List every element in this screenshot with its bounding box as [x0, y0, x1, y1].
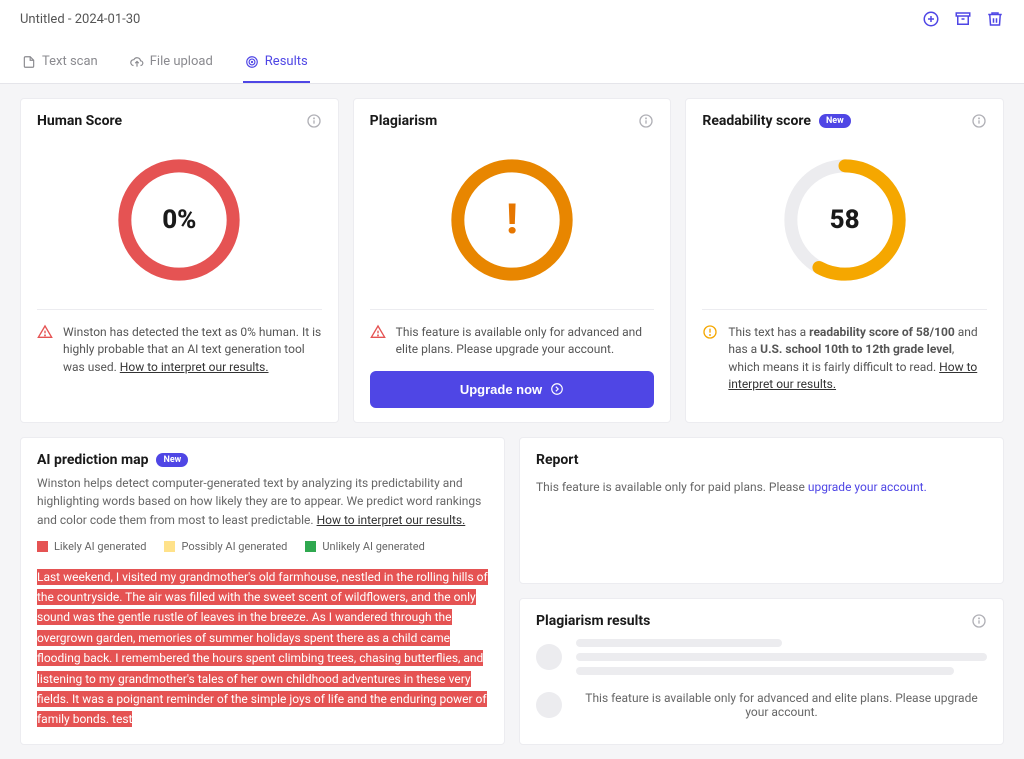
add-button[interactable]: [922, 10, 940, 28]
score-cards-row: Human Score 0% Winston has detected the …: [20, 98, 1004, 423]
human-score-title: Human Score: [37, 113, 122, 129]
upgrade-account-link[interactable]: upgrade your account.: [808, 480, 927, 494]
analyzed-text: Last weekend, I visited my grandmother's…: [37, 567, 488, 730]
ai-prediction-map-card: AI prediction map New Winston helps dete…: [20, 437, 505, 745]
skeleton-avatar-icon: [536, 692, 562, 718]
plagiarism-results-title: Plagiarism results: [536, 613, 650, 629]
plagiarism-results-card: Plagiarism results This feature is avail…: [519, 598, 1004, 745]
readability-title: Readability score: [702, 113, 811, 129]
trash-icon: [986, 10, 1004, 28]
swatch-red-icon: [37, 541, 48, 552]
archive-button[interactable]: [954, 10, 972, 28]
warning-circle-icon: [702, 324, 718, 340]
delete-button[interactable]: [986, 10, 1004, 28]
plagiarism-footer: This feature is available only for advan…: [396, 324, 655, 359]
swatch-green-icon: [305, 541, 316, 552]
new-badge: New: [819, 114, 851, 128]
warning-triangle-icon: [370, 324, 386, 340]
archive-icon: [954, 10, 972, 28]
report-card: Report This feature is available only fo…: [519, 437, 1004, 584]
readability-card: Readability score New 58 This text has a: [685, 98, 1004, 423]
human-score-card: Human Score 0% Winston has detected the …: [20, 98, 339, 423]
info-icon[interactable]: [971, 113, 987, 129]
plagiarism-results-message: This feature is available only for advan…: [576, 691, 987, 719]
human-interpret-link[interactable]: How to interpret our results.: [120, 360, 269, 374]
prediction-interpret-link[interactable]: How to interpret our results.: [317, 513, 466, 527]
prediction-map-title: AI prediction map: [37, 452, 148, 468]
warning-triangle-icon: [37, 324, 53, 340]
readability-value: 58: [780, 155, 910, 285]
swatch-yellow-icon: [164, 541, 175, 552]
plus-circle-icon: [922, 10, 940, 28]
report-title: Report: [536, 452, 579, 468]
document-icon: [22, 55, 36, 69]
human-score-value: 0%: [114, 155, 244, 285]
legend-possibly: Possibly AI generated: [164, 540, 287, 553]
tab-file-upload-label: File upload: [150, 54, 213, 69]
skeleton-row: This feature is available only for advan…: [536, 691, 987, 719]
tabs: Text scan File upload Results: [0, 38, 1024, 84]
upgrade-button-label: Upgrade now: [460, 382, 542, 397]
info-icon[interactable]: [306, 113, 322, 129]
human-score-footer: Winston has detected the text as 0% huma…: [63, 324, 322, 376]
tab-text-scan[interactable]: Text scan: [20, 46, 100, 83]
upload-cloud-icon: [130, 55, 144, 69]
prediction-legend: Likely AI generated Possibly AI generate…: [37, 540, 488, 553]
topbar-actions: [922, 10, 1004, 28]
plagiarism-gauge: !: [447, 155, 577, 285]
readability-gauge: 58: [780, 155, 910, 285]
human-score-gauge: 0%: [114, 155, 244, 285]
exclamation-icon: !: [506, 199, 517, 241]
page-title: Untitled - 2024-01-30: [20, 12, 140, 27]
topbar: Untitled - 2024-01-30: [0, 0, 1024, 38]
info-icon[interactable]: [638, 113, 654, 129]
skeleton-row: [536, 639, 987, 675]
tab-text-scan-label: Text scan: [42, 54, 98, 69]
tab-results[interactable]: Results: [243, 46, 310, 83]
skeleton-avatar-icon: [536, 644, 562, 670]
prediction-map-description: Winston helps detect computer-generated …: [37, 474, 488, 530]
arrow-circle-icon: [550, 382, 564, 396]
info-icon[interactable]: [971, 613, 987, 629]
upgrade-button[interactable]: Upgrade now: [370, 371, 655, 408]
readability-footer: This text has a readability score of 58/…: [728, 324, 987, 394]
bottom-row: AI prediction map New Winston helps dete…: [20, 437, 1004, 745]
target-icon: [245, 55, 259, 69]
plagiarism-card: Plagiarism ! This feature is available o…: [353, 98, 672, 423]
new-badge: New: [156, 453, 188, 467]
main-content: Human Score 0% Winston has detected the …: [0, 84, 1024, 759]
report-body: This feature is available only for paid …: [536, 472, 987, 502]
tab-file-upload[interactable]: File upload: [128, 46, 215, 83]
legend-unlikely: Unlikely AI generated: [305, 540, 424, 553]
plagiarism-title: Plagiarism: [370, 113, 438, 129]
legend-likely: Likely AI generated: [37, 540, 146, 553]
tab-results-label: Results: [265, 54, 308, 69]
